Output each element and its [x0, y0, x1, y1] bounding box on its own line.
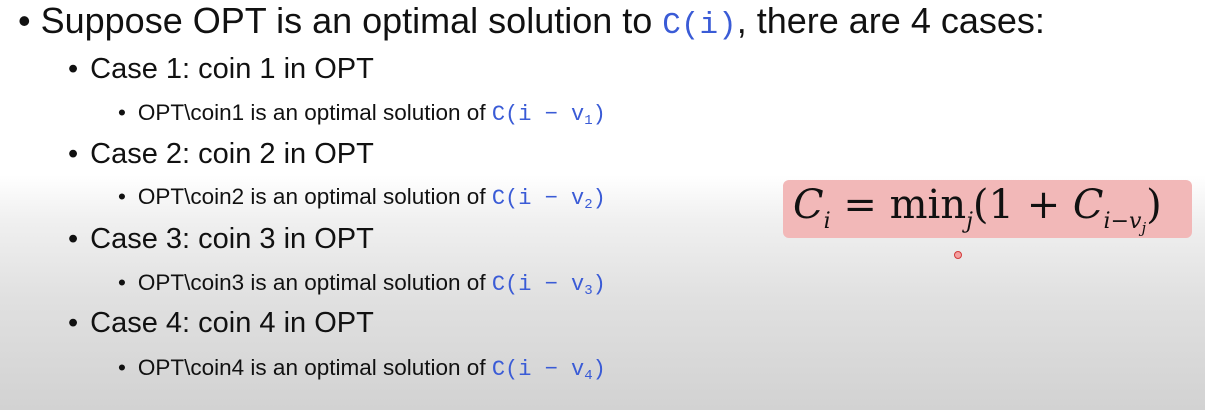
case-title: • Case 3: coin 3 in OPT	[68, 223, 374, 256]
case-detail-code: C(i − v4)	[491, 357, 606, 384]
case-detail-text: OPT\coin1 is an optimal solution of	[137, 100, 492, 125]
intro-text: Suppose OPT is an optimal solution to	[40, 0, 663, 41]
case-detail: • OPT\coin2 is an optimal solution of C(i…	[118, 184, 606, 213]
bullet: •	[118, 100, 126, 125]
case-detail: • OPT\coin1 is an optimal solution of C(i…	[118, 100, 606, 129]
intro-text-after: , there are 4 cases:	[736, 0, 1045, 41]
case-detail-code: C(i − v3)	[491, 272, 606, 299]
case-detail-code: C(i − v2)	[491, 186, 606, 213]
bullet: •	[118, 355, 126, 380]
bullet: •	[118, 184, 126, 209]
bullet: •	[118, 270, 126, 295]
case-title: • Case 1: coin 1 in OPT	[68, 53, 374, 86]
bullet: •	[68, 53, 79, 85]
bullet: •	[18, 0, 31, 41]
intro-line: • Suppose OPT is an optimal solution to C…	[18, 0, 1045, 43]
case-detail-code: C(i − v1)	[491, 102, 606, 129]
bullet: •	[68, 138, 79, 170]
bullet: •	[68, 307, 79, 339]
case-title-text: Case 1: coin 1 in OPT	[90, 53, 374, 85]
case-title-text: Case 4: coin 4 in OPT	[90, 307, 374, 339]
bullet: •	[68, 223, 79, 255]
recurrence-formula: Ci = minj(1 + Ci−vj)	[783, 180, 1192, 238]
case-detail: • OPT\coin4 is an optimal solution of C(i…	[118, 355, 606, 384]
intro-code: C(i)	[662, 8, 737, 43]
case-title-text: Case 3: coin 3 in OPT	[90, 223, 374, 255]
case-detail: • OPT\coin3 is an optimal solution of C(i…	[118, 270, 606, 299]
case-title: • Case 2: coin 2 in OPT	[68, 138, 374, 171]
case-title: • Case 4: coin 4 in OPT	[68, 307, 374, 340]
pointer-cursor-icon	[954, 251, 962, 259]
case-detail-text: OPT\coin2 is an optimal solution of	[137, 184, 492, 209]
case-detail-text: OPT\coin4 is an optimal solution of	[137, 355, 492, 380]
case-detail-text: OPT\coin3 is an optimal solution of	[137, 270, 492, 295]
case-title-text: Case 2: coin 2 in OPT	[90, 138, 374, 170]
slide: • Suppose OPT is an optimal solution to C…	[0, 0, 1205, 410]
